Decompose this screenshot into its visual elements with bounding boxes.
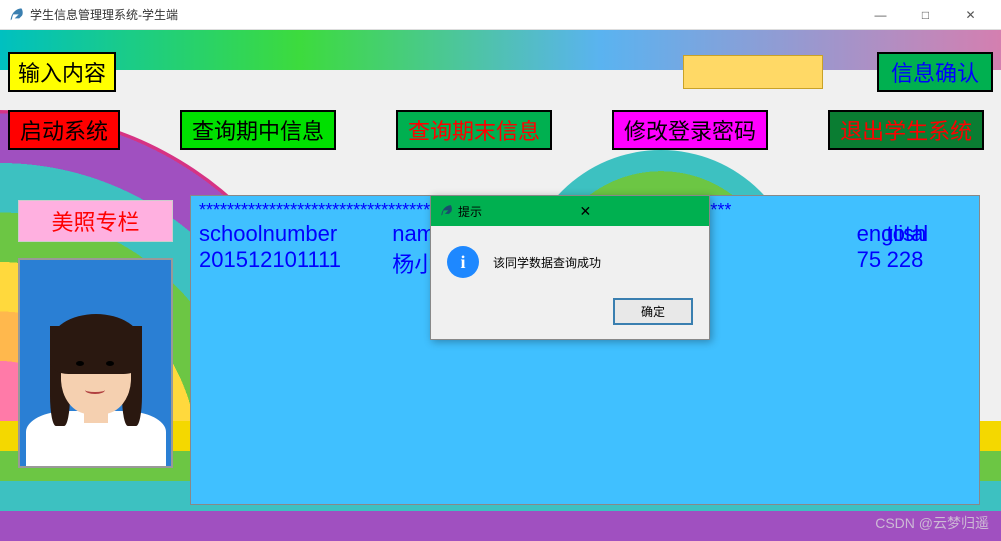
change-password-button[interactable]: 修改登录密码 bbox=[612, 110, 768, 150]
dialog-message: 该同学数据查询成功 bbox=[493, 254, 601, 271]
photo-section-label: 美照专栏 bbox=[18, 200, 173, 242]
photo-frame bbox=[18, 258, 173, 468]
header-total: total bbox=[887, 221, 971, 247]
query-midterm-button[interactable]: 查询期中信息 bbox=[180, 110, 336, 150]
cell-total: 228 bbox=[887, 247, 971, 279]
cell-schoolnumber: 201512101111 bbox=[199, 247, 392, 279]
close-button[interactable]: ✕ bbox=[948, 0, 993, 30]
start-system-button[interactable]: 启动系统 bbox=[8, 110, 120, 150]
search-input[interactable] bbox=[683, 55, 823, 89]
confirm-button[interactable]: 信息确认 bbox=[877, 52, 993, 92]
watermark: CSDN @云梦归遥 bbox=[875, 513, 989, 533]
dialog-close-button[interactable]: ✕ bbox=[580, 203, 702, 220]
minimize-button[interactable]: — bbox=[858, 0, 903, 30]
header-schoolnumber: schoolnumber bbox=[199, 221, 392, 247]
student-photo bbox=[21, 316, 171, 466]
message-dialog: 提示 ✕ i 该同学数据查询成功 确定 bbox=[430, 195, 710, 340]
window-title: 学生信息管理理系统-学生端 bbox=[30, 6, 858, 23]
dialog-title: 提示 bbox=[458, 203, 580, 220]
app-icon bbox=[8, 7, 24, 23]
titlebar: 学生信息管理理系统-学生端 — □ ✕ bbox=[0, 0, 1001, 30]
info-icon: i bbox=[447, 246, 479, 278]
dialog-app-icon bbox=[439, 204, 453, 218]
query-final-button[interactable]: 查询期末信息 bbox=[396, 110, 552, 150]
dialog-ok-button[interactable]: 确定 bbox=[613, 298, 693, 325]
input-label: 输入内容 bbox=[8, 52, 116, 92]
maximize-button[interactable]: □ bbox=[903, 0, 948, 30]
dialog-titlebar: 提示 ✕ bbox=[431, 196, 709, 226]
exit-system-button[interactable]: 退出学生系统 bbox=[828, 110, 984, 150]
